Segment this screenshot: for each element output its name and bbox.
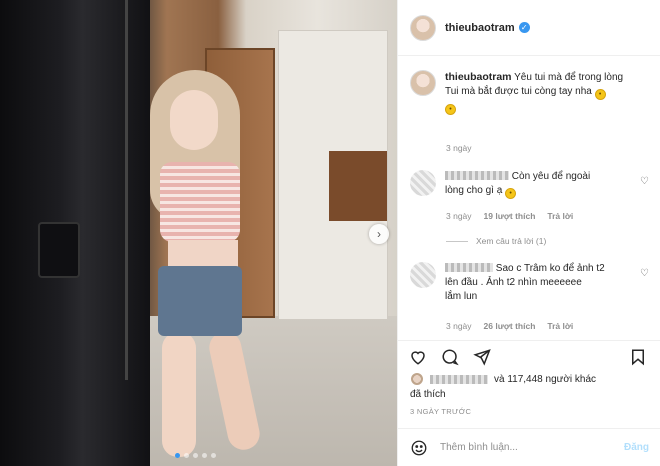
verified-badge-icon: ✓ [518, 22, 530, 33]
carousel-dots [175, 453, 216, 458]
avatar[interactable] [410, 170, 436, 196]
comment-line: Sao c Trâm ko để ảnh t2 [495, 263, 605, 274]
caption-text: thieubaotram Yêu tui mà để trong lòng Tu… [445, 70, 623, 115]
comment-meta: 3 ngày 19 lượt thích Trả lời [446, 211, 573, 221]
bookmark-icon [632, 349, 644, 366]
carousel-dot [211, 453, 216, 458]
likes-summary-second-line: đã thích [410, 389, 446, 400]
save-button[interactable] [628, 347, 648, 367]
comment-line: lòng cho gì ạ [445, 185, 503, 196]
photo-leg-left [162, 332, 196, 457]
comment-button[interactable] [440, 347, 460, 367]
comment-line: lắm lun [445, 291, 478, 302]
photo-face [170, 90, 218, 150]
comment-icon [442, 349, 459, 366]
photo-denim-shorts [158, 266, 242, 336]
caption: thieubaotram Yêu tui mà để trong lòng Tu… [410, 70, 650, 115]
add-comment-bar: Đăng [398, 428, 660, 466]
liker-username[interactable] [430, 374, 488, 384]
chevron-right-icon: › [377, 227, 381, 241]
grin-emoji-icon: • [445, 104, 456, 115]
comment-time: 3 ngày [446, 321, 472, 331]
post-side-panel: thieubaotram ✓ thieubaotram Yêu tui mà đ… [397, 0, 660, 466]
smile-emoji-icon: • [594, 89, 606, 100]
like-button[interactable] [408, 347, 428, 367]
photo-fridge-edge [125, 0, 128, 380]
avatar[interactable] [410, 262, 436, 288]
photo-midriff [168, 240, 238, 268]
carousel-dot [184, 453, 189, 458]
reply-button[interactable]: Trả lời [547, 211, 573, 221]
carousel-dot [193, 453, 198, 458]
comment-item: Còn yêu để ngoài lòng cho gì ạ • ♡ [410, 170, 650, 199]
comment-line: Còn yêu để ngoài [511, 171, 591, 182]
comment-time: 3 ngày [446, 211, 472, 221]
post-photo[interactable]: › [0, 0, 397, 466]
comment-like-heart-icon[interactable]: ♡ [640, 268, 650, 279]
smile-emoji-icon: • [505, 188, 517, 199]
commenter-username[interactable] [445, 171, 509, 180]
likes-summary[interactable]: và 117,448 người khác [410, 372, 596, 386]
view-replies-label: Xem câu trả lời (1) [476, 236, 547, 246]
avatar[interactable] [410, 70, 436, 96]
heart-icon [411, 351, 425, 365]
reply-button[interactable]: Trả lời [547, 321, 573, 331]
avatar [410, 372, 424, 386]
photo-striped-top [160, 162, 240, 242]
comment-input[interactable] [440, 442, 600, 453]
photo-shelf [329, 151, 387, 221]
caption-line-2: Tui mà bắt được tui còng tay nha [445, 86, 592, 97]
photo-water-dispenser [38, 222, 80, 278]
replies-divider [446, 240, 468, 242]
caption-line-1: Yêu tui mà để trong lòng [514, 72, 624, 83]
post-actions-bar [398, 340, 660, 374]
comment-line: lên đầu . Ảnh t2 nhìn meeeeee [445, 277, 582, 288]
share-icon [473, 349, 491, 366]
share-button[interactable] [472, 347, 492, 367]
comment-like-heart-icon[interactable]: ♡ [640, 176, 650, 187]
photo-person [140, 70, 263, 460]
post-header: thieubaotram ✓ [398, 0, 660, 56]
comment-meta: 3 ngày 26 lượt thích Trả lời [446, 321, 573, 331]
avatar[interactable] [410, 14, 436, 41]
photo-cabinet [278, 30, 388, 320]
comment-text: Sao c Trâm ko để ảnh t2 lên đầu . Ảnh t2… [445, 262, 625, 304]
view-replies-button[interactable]: Xem câu trả lời (1) [446, 236, 546, 246]
comment-text: Còn yêu để ngoài lòng cho gì ạ • [445, 170, 625, 199]
carousel-dot [202, 453, 207, 458]
emoji-icon[interactable] [410, 439, 428, 457]
comment-item: Sao c Trâm ko để ảnh t2 lên đầu . Ảnh t2… [410, 262, 650, 304]
likes-count[interactable]: và 117,448 người khác [494, 374, 596, 385]
caption-username[interactable]: thieubaotram [445, 71, 512, 83]
carousel-dot [175, 453, 180, 458]
post-timestamp[interactable]: 3 NGÀY TRƯỚC [410, 407, 471, 416]
username-link[interactable]: thieubaotram [445, 22, 515, 34]
carousel-next-button[interactable]: › [369, 224, 389, 244]
commenter-username[interactable] [445, 263, 493, 272]
comment-likes-link[interactable]: 19 lượt thích [484, 211, 536, 221]
caption-time: 3 ngày [446, 143, 472, 153]
comment-likes-link[interactable]: 26 lượt thích [484, 321, 536, 331]
post-comment-button[interactable]: Đăng [624, 442, 649, 453]
